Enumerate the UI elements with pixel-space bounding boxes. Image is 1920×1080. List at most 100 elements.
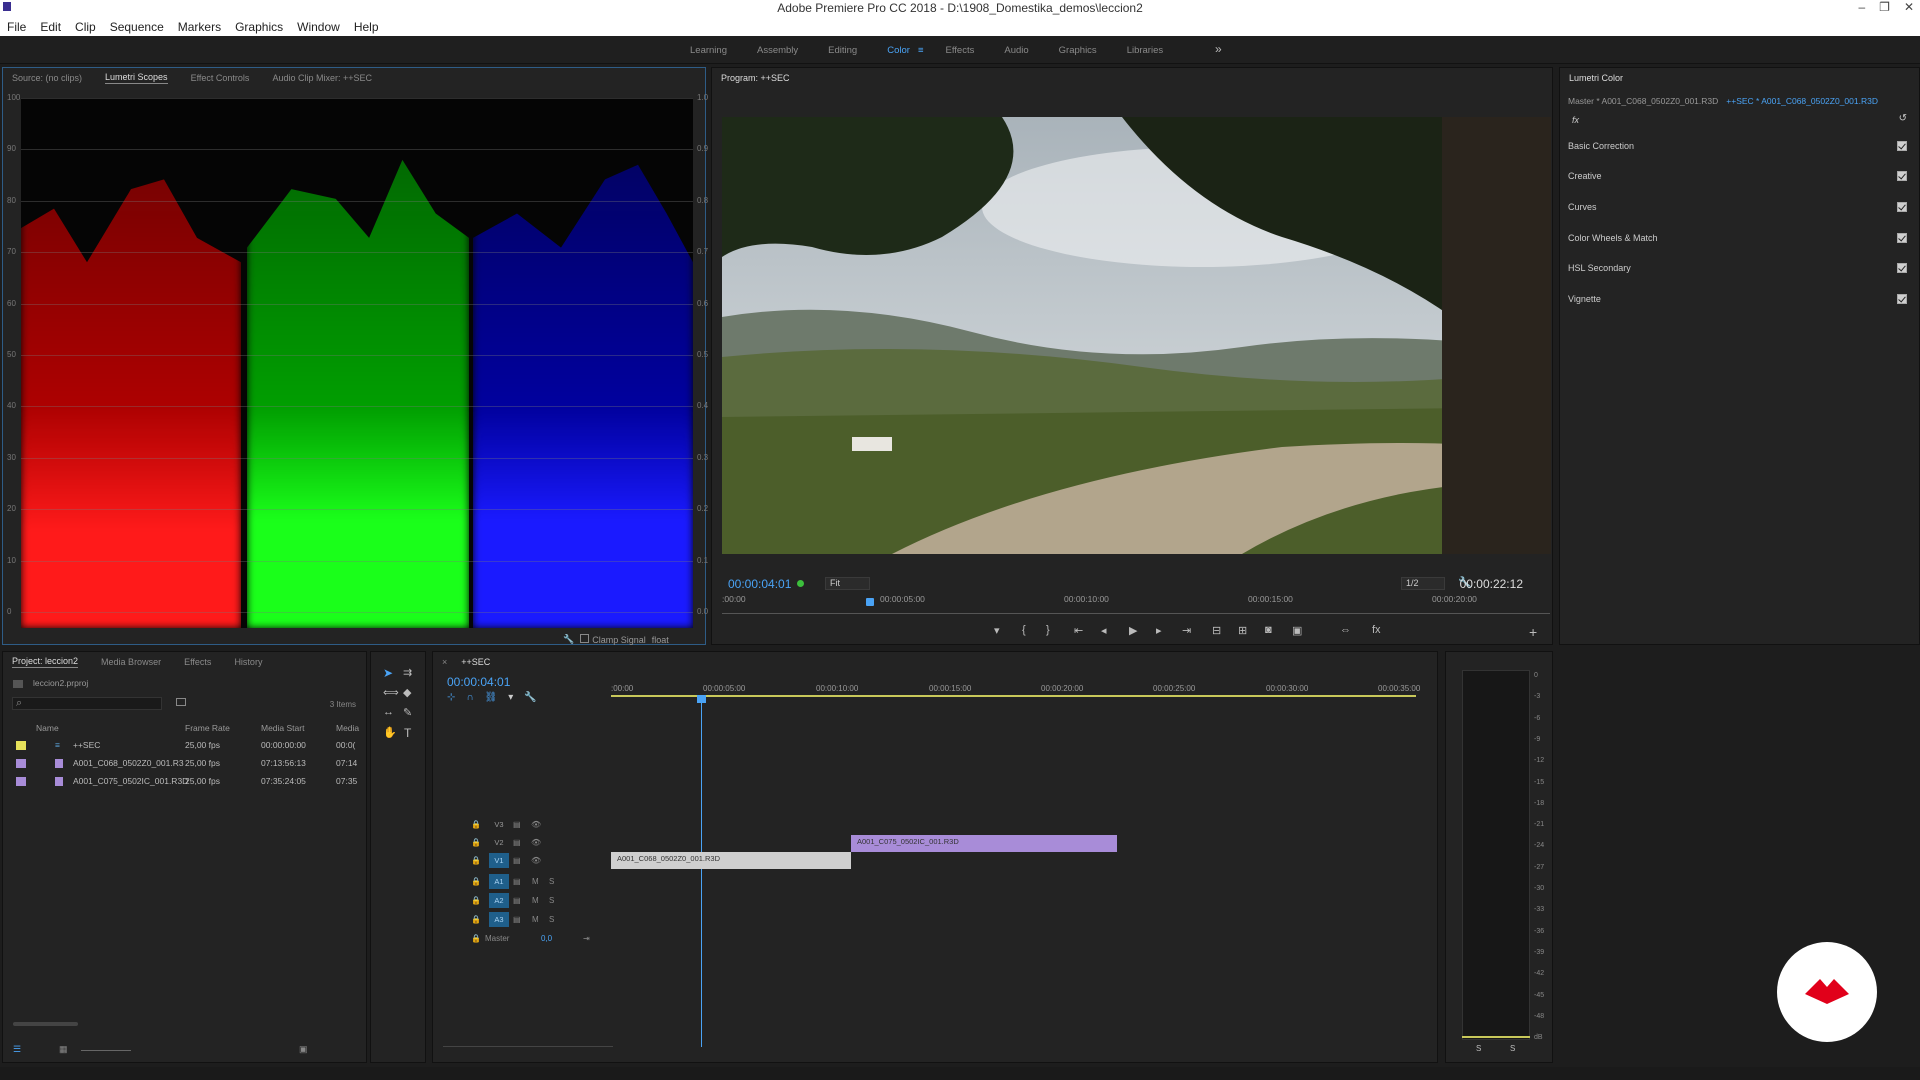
workspace-assembly[interactable]: Assembly — [757, 45, 798, 56]
tab-effect-controls[interactable]: Effect Controls — [191, 73, 250, 83]
slip-tool-icon[interactable]: ↔ — [383, 706, 394, 718]
section-hsl-secondary[interactable]: HSL Secondary — [1568, 253, 1907, 283]
eye-icon[interactable]: 👁 — [531, 820, 541, 829]
lock-icon[interactable]: 🔒 — [471, 820, 481, 829]
playhead[interactable] — [866, 598, 874, 606]
wrench-icon[interactable]: 🔧 — [563, 634, 574, 645]
tab-project[interactable]: Project: leccion2 — [12, 656, 79, 668]
menu-edit[interactable]: Edit — [33, 20, 68, 34]
track-label-a1[interactable]: A1 — [489, 874, 509, 889]
clamp-signal-checkbox[interactable]: Clamp Signal — [580, 634, 646, 645]
enable-checkbox[interactable] — [1897, 233, 1907, 243]
menu-file[interactable]: File — [0, 20, 33, 34]
workspace-editing[interactable]: Editing — [828, 45, 857, 56]
workspace-audio[interactable]: Audio — [1004, 45, 1028, 56]
nest-icon[interactable]: ⊹ — [447, 692, 455, 703]
section-color-wheels[interactable]: Color Wheels & Match — [1568, 223, 1907, 253]
list-item[interactable]: A001_C068_0502Z0_001.R3 25,00 fps 07:13:… — [3, 755, 366, 773]
section-vignette[interactable]: Vignette — [1568, 284, 1907, 314]
mute-button[interactable]: M — [532, 896, 539, 905]
track-label-v3[interactable]: V3 — [489, 817, 509, 832]
mute-button[interactable]: M — [532, 877, 539, 886]
track-label-a3[interactable]: A3 — [489, 912, 509, 927]
track-select-tool-icon[interactable]: ⇉ — [403, 666, 412, 679]
eye-icon[interactable]: 👁 — [531, 838, 541, 847]
tab-lumetri-scopes[interactable]: Lumetri Scopes — [105, 72, 168, 84]
tab-history[interactable]: History — [234, 657, 262, 667]
type-tool-icon[interactable]: T — [404, 726, 411, 740]
hand-tool-icon[interactable]: ✋ — [383, 726, 397, 739]
menu-graphics[interactable]: Graphics — [228, 20, 290, 34]
play-button[interactable]: ▶ — [1129, 624, 1137, 637]
list-view-icon[interactable]: ☰ — [13, 1044, 21, 1055]
tab-media-browser[interactable]: Media Browser — [101, 657, 161, 667]
zoom-fit-select[interactable]: Fit — [825, 577, 870, 590]
solo-button[interactable]: S — [549, 877, 554, 886]
list-item[interactable]: A001_C075_0502IC_001.R3D 25,00 fps 07:35… — [3, 773, 366, 791]
add-marker-button[interactable]: ▾ — [994, 624, 1000, 637]
lumetri-clip-selector[interactable]: Master * A001_C068_0502Z0_001.R3D ++SEC *… — [1568, 96, 1878, 106]
lock-icon[interactable]: 🔒 — [471, 915, 481, 924]
more-workspaces-icon[interactable]: » — [1215, 42, 1222, 56]
sync-icon[interactable]: ▤ — [513, 877, 521, 886]
workspace-libraries[interactable]: Libraries — [1127, 45, 1163, 56]
workspace-color[interactable]: Color — [887, 45, 910, 56]
enable-checkbox[interactable] — [1897, 141, 1907, 151]
enable-checkbox[interactable] — [1897, 202, 1907, 212]
razor-tool-icon[interactable]: ◆ — [403, 686, 411, 699]
sync-icon[interactable]: ▤ — [513, 896, 521, 905]
menu-help[interactable]: Help — [347, 20, 386, 34]
master-volume[interactable]: 0,0 — [541, 934, 552, 943]
program-timecode[interactable]: 00:00:04:01 — [728, 577, 791, 591]
sync-icon[interactable]: ▤ — [513, 915, 521, 924]
linked-selection-icon[interactable]: ⛓ — [485, 692, 498, 703]
menu-markers[interactable]: Markers — [171, 20, 228, 34]
sync-icon[interactable]: ▤ — [513, 838, 521, 847]
project-search-input[interactable]: ⌕ — [12, 697, 162, 710]
clip-v2[interactable]: A001_C075_0502IC_001.R3D — [851, 835, 1117, 852]
lock-icon[interactable]: 🔒 — [471, 896, 481, 905]
close-button[interactable]: ✕ — [1904, 0, 1914, 14]
playhead-line[interactable] — [701, 697, 702, 1047]
lock-icon[interactable]: 🔒 — [471, 838, 481, 847]
jump-icon[interactable]: ⇥ — [583, 934, 590, 943]
col-media-start[interactable]: Media Start — [261, 723, 304, 733]
workspace-effects[interactable]: Effects — [945, 45, 974, 56]
solo-left-button[interactable]: S — [1476, 1044, 1481, 1053]
close-icon[interactable]: × — [442, 657, 447, 667]
enable-checkbox[interactable] — [1897, 171, 1907, 181]
track-label-a2[interactable]: A2 — [489, 893, 509, 908]
comparison-view-button[interactable]: ▣ — [1292, 624, 1302, 637]
new-item-icon[interactable]: ▣ — [299, 1044, 308, 1055]
track-label-v2[interactable]: V2 — [489, 835, 509, 850]
lock-icon[interactable]: 🔒 — [471, 877, 481, 886]
tab-audio-clip-mixer[interactable]: Audio Clip Mixer: ++SEC — [272, 73, 372, 83]
horizontal-scrollbar[interactable] — [13, 1022, 78, 1026]
menu-clip[interactable]: Clip — [68, 20, 103, 34]
zoom-slider[interactable] — [81, 1050, 131, 1051]
lock-icon[interactable]: 🔒 — [471, 856, 481, 865]
playhead-handle[interactable] — [697, 695, 706, 703]
go-to-out-button[interactable]: ⇥ — [1182, 624, 1191, 637]
section-basic-correction[interactable]: Basic Correction — [1568, 131, 1907, 161]
tab-effects[interactable]: Effects — [184, 657, 211, 667]
timeline-timecode[interactable]: 00:00:04:01 — [447, 675, 510, 689]
lock-icon[interactable]: 🔒 — [471, 934, 481, 943]
maximize-button[interactable]: ❐ — [1879, 0, 1890, 14]
icon-view-icon[interactable]: ▦ — [59, 1044, 68, 1055]
lumetri-title[interactable]: Lumetri Color — [1569, 73, 1623, 84]
solo-right-button[interactable]: S — [1510, 1044, 1515, 1053]
col-frame-rate[interactable]: Frame Rate — [185, 723, 230, 733]
settings-wrench-icon[interactable]: 🔧 — [524, 692, 536, 703]
workspace-menu-icon[interactable]: ≡ — [918, 45, 924, 56]
timeline-title[interactable]: ++SEC — [461, 657, 490, 668]
enable-checkbox[interactable] — [1897, 263, 1907, 273]
solo-button[interactable]: S — [549, 915, 554, 924]
zoom-scrollbar[interactable] — [443, 1046, 613, 1047]
col-name[interactable]: Name — [36, 723, 59, 733]
marker-icon[interactable]: ▾ — [508, 692, 513, 703]
resolution-select[interactable]: 1/2 — [1401, 577, 1445, 590]
tab-source[interactable]: Source: (no clips) — [12, 73, 82, 83]
mark-out-button[interactable]: } — [1046, 624, 1050, 636]
snap-icon[interactable]: ∩ — [466, 692, 473, 703]
